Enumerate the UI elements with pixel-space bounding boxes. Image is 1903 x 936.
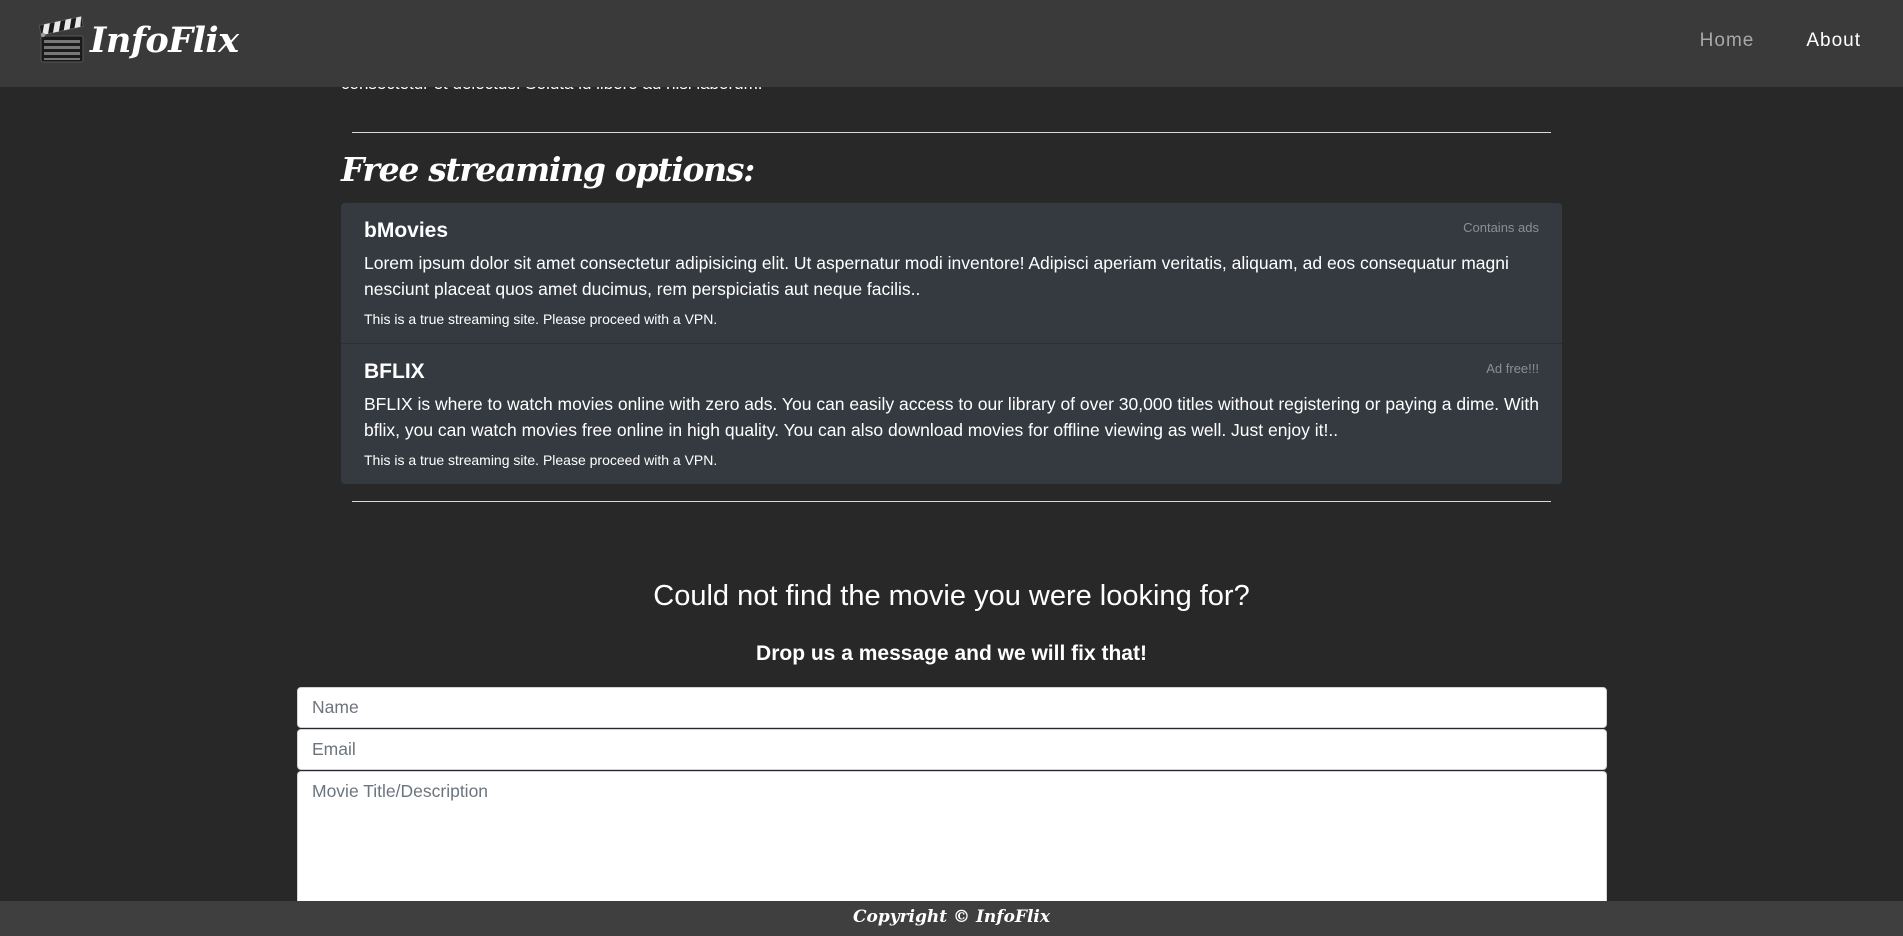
contact-title: Could not find the movie you were lookin… (653, 580, 1250, 612)
divider (352, 501, 1551, 502)
item-note: This is a true streaming site. Please pr… (364, 311, 718, 327)
item-title: BFLIX (364, 360, 425, 383)
item-description: BFLIX is where to watch movies online wi… (364, 394, 1540, 440)
item-title: bMovies (364, 219, 449, 242)
contact-subtitle: Drop us a message and we will fix that! (756, 642, 1147, 665)
nav-about-link[interactable]: About (1806, 30, 1861, 52)
list-item-bmovies[interactable]: bMovies Contains ads Lorem ipsum dolor s… (341, 203, 1562, 343)
name-input[interactable] (297, 687, 1607, 728)
navbar: InfoFlix Home About (0, 0, 1903, 87)
item-tag: Ad free!!! (1486, 361, 1539, 376)
section-heading: Free streaming options: (341, 150, 755, 189)
list-item-bflix[interactable]: BFLIX Ad free!!! BFLIX is where to watch… (341, 343, 1562, 483)
divider (352, 132, 1551, 133)
item-description: Lorem ipsum dolor sit amet consectetur a… (364, 253, 1509, 299)
clapperboard-icon (38, 16, 84, 63)
nav-home-link[interactable]: Home (1700, 30, 1755, 52)
item-tag: Contains ads (1463, 220, 1539, 235)
brand-name: InfoFlix (90, 19, 239, 61)
streaming-options-list: bMovies Contains ads Lorem ipsum dolor s… (341, 203, 1562, 484)
item-note: This is a true streaming site. Please pr… (364, 452, 718, 468)
email-input[interactable] (297, 729, 1607, 770)
page: InfoFlix Home About consectetur et delec… (0, 0, 1903, 936)
footer: Copyright © InfoFlix (0, 901, 1903, 936)
nav-links: Home About (1648, 30, 1861, 52)
copyright-text: Copyright © InfoFlix (852, 907, 1051, 927)
brand-link[interactable]: InfoFlix (38, 14, 239, 66)
